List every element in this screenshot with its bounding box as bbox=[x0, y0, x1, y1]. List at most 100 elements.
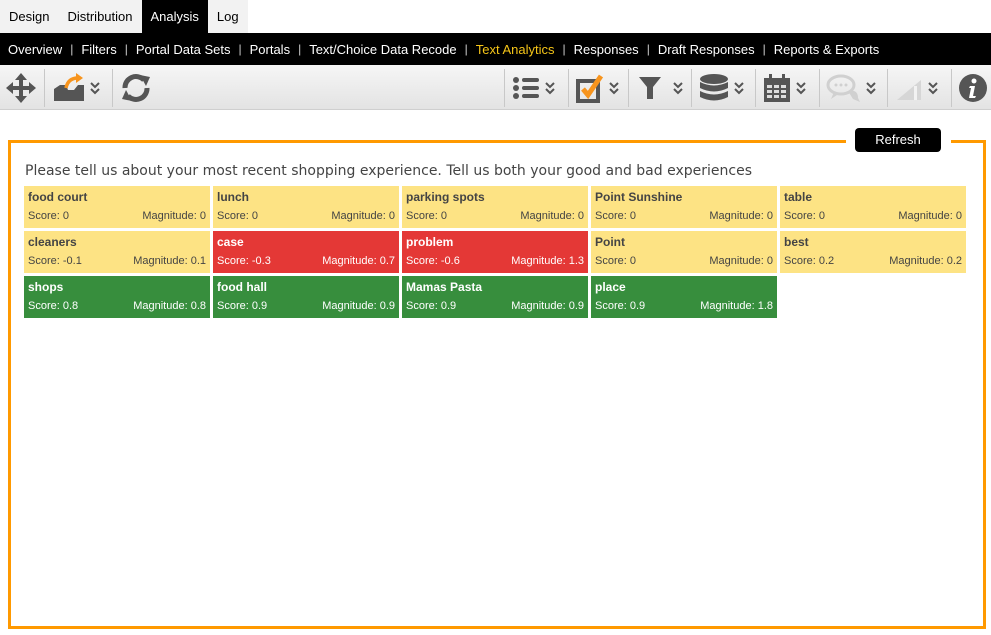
magnitude-label: Magnitude: bbox=[322, 255, 380, 267]
entity-card[interactable]: lunch Score: 0 Magnitude: 0 bbox=[213, 186, 399, 228]
entity-card[interactable]: table Score: 0 Magnitude: 0 bbox=[780, 186, 966, 228]
entity-magnitude: Magnitude: 0.7 bbox=[322, 255, 395, 267]
comment-icon bbox=[826, 74, 860, 102]
database-button[interactable] bbox=[698, 69, 745, 107]
entity-magnitude: Magnitude: 0.2 bbox=[889, 255, 962, 267]
score-value: 0.2 bbox=[818, 255, 835, 267]
magnitude-label: Magnitude: bbox=[133, 255, 191, 267]
nav-reports-exports[interactable]: Reports & Exports bbox=[774, 42, 880, 57]
tab-distribution[interactable]: Distribution bbox=[58, 0, 142, 33]
entity-card[interactable]: problem Score: -0.6 Magnitude: 1.3 bbox=[402, 231, 588, 273]
checkbox-button[interactable] bbox=[575, 69, 620, 107]
magnitude-label: Magnitude: bbox=[331, 210, 389, 222]
export-button[interactable] bbox=[52, 69, 101, 107]
toolbar-divider bbox=[819, 69, 820, 107]
chevron-down-icon bbox=[673, 82, 683, 95]
nav-separator: | bbox=[562, 42, 566, 56]
magnitude-value: 0 bbox=[955, 210, 962, 222]
entity-card[interactable]: Mamas Pasta Score: 0.9 Magnitude: 0.9 bbox=[402, 276, 588, 318]
magnitude-value: 0 bbox=[766, 255, 773, 267]
refresh-button[interactable]: Refresh bbox=[855, 128, 941, 152]
signal-button[interactable] bbox=[894, 69, 939, 107]
entity-score: Score: -0.1 bbox=[28, 255, 82, 267]
score-value: -0.1 bbox=[62, 255, 82, 267]
entity-magnitude: Magnitude: 0.1 bbox=[133, 255, 206, 267]
entity-card[interactable]: food hall Score: 0.9 Magnitude: 0.9 bbox=[213, 276, 399, 318]
entity-score: Score: 0.8 bbox=[28, 300, 78, 312]
move-button[interactable] bbox=[2, 69, 40, 107]
top-tabs: Design Distribution Analysis Log bbox=[0, 0, 991, 33]
chevron-down-icon bbox=[866, 82, 876, 95]
score-value: 0 bbox=[62, 210, 69, 222]
nav-separator: | bbox=[762, 42, 766, 56]
magnitude-value: 0 bbox=[388, 210, 395, 222]
entity-card[interactable]: shops Score: 0.8 Magnitude: 0.8 bbox=[24, 276, 210, 318]
magnitude-value: 0.9 bbox=[379, 300, 395, 312]
entity-magnitude: Magnitude: 1.8 bbox=[700, 300, 773, 312]
toolbar-divider bbox=[44, 69, 45, 107]
entity-score: Score: 0 bbox=[28, 210, 69, 222]
magnitude-value: 0 bbox=[577, 210, 584, 222]
magnitude-label: Magnitude: bbox=[511, 255, 569, 267]
calendar-button[interactable] bbox=[762, 69, 807, 107]
entity-card[interactable]: Point Sunshine Score: 0 Magnitude: 0 bbox=[591, 186, 777, 228]
nav-portals[interactable]: Portals bbox=[250, 42, 290, 57]
entity-card[interactable]: Point Score: 0 Magnitude: 0 bbox=[591, 231, 777, 273]
tab-design[interactable]: Design bbox=[0, 0, 59, 33]
sub-nav: Overview | Filters | Portal Data Sets | Por… bbox=[0, 33, 991, 65]
entity-card[interactable]: cleaners Score: -0.1 Magnitude: 0.1 bbox=[24, 231, 210, 273]
score-label: Score: bbox=[595, 210, 630, 222]
entity-card[interactable]: case Score: -0.3 Magnitude: 0.7 bbox=[213, 231, 399, 273]
score-value: -0.3 bbox=[251, 255, 271, 267]
toolbar bbox=[0, 65, 991, 110]
entity-name: Mamas Pasta bbox=[406, 280, 483, 294]
score-label: Score: bbox=[784, 255, 819, 267]
refresh-icon bbox=[122, 74, 150, 102]
nav-overview[interactable]: Overview bbox=[8, 42, 62, 57]
entity-magnitude: Magnitude: 1.3 bbox=[511, 255, 584, 267]
signal-icon bbox=[897, 80, 921, 100]
nav-text-analytics[interactable]: Text Analytics bbox=[476, 42, 555, 57]
entity-score: Score: 0.9 bbox=[595, 300, 645, 312]
filter-icon bbox=[639, 77, 661, 99]
entity-name: Point Sunshine bbox=[595, 190, 683, 204]
entity-score: Score: 0.2 bbox=[784, 255, 834, 267]
magnitude-value: 0.9 bbox=[568, 300, 584, 312]
entity-name: problem bbox=[406, 235, 454, 249]
toolbar-divider bbox=[951, 69, 952, 107]
score-label: Score: bbox=[406, 210, 441, 222]
entity-score: Score: -0.3 bbox=[217, 255, 271, 267]
entity-name: shops bbox=[28, 280, 64, 294]
nav-draft-responses[interactable]: Draft Responses bbox=[658, 42, 755, 57]
entity-card[interactable]: best Score: 0.2 Magnitude: 0.2 bbox=[780, 231, 966, 273]
nav-separator: | bbox=[464, 42, 468, 56]
nav-responses[interactable]: Responses bbox=[574, 42, 639, 57]
list-button[interactable] bbox=[511, 69, 556, 107]
filter-button[interactable] bbox=[636, 69, 684, 107]
nav-portal-data-sets[interactable]: Portal Data Sets bbox=[136, 42, 231, 57]
score-label: Score: bbox=[595, 255, 630, 267]
magnitude-label: Magnitude: bbox=[133, 300, 191, 312]
score-value: 0 bbox=[251, 210, 258, 222]
entity-name: best bbox=[784, 235, 809, 249]
entity-card[interactable]: parking spots Score: 0 Magnitude: 0 bbox=[402, 186, 588, 228]
entity-magnitude: Magnitude: 0 bbox=[898, 210, 962, 222]
magnitude-label: Magnitude: bbox=[889, 255, 947, 267]
entity-name: lunch bbox=[217, 190, 249, 204]
entity-card[interactable]: food court Score: 0 Magnitude: 0 bbox=[24, 186, 210, 228]
move-icon bbox=[6, 73, 36, 103]
nav-filters[interactable]: Filters bbox=[81, 42, 116, 57]
toolbar-divider bbox=[628, 69, 629, 107]
nav-text-choice-recode[interactable]: Text/Choice Data Recode bbox=[309, 42, 456, 57]
magnitude-label: Magnitude: bbox=[322, 300, 380, 312]
entity-card[interactable]: place Score: 0.9 Magnitude: 1.8 bbox=[591, 276, 777, 318]
magnitude-label: Magnitude: bbox=[700, 300, 758, 312]
info-button[interactable] bbox=[957, 69, 989, 107]
refresh-toolbar-button[interactable] bbox=[118, 69, 154, 107]
entity-name: parking spots bbox=[406, 190, 485, 204]
tab-log[interactable]: Log bbox=[207, 0, 248, 33]
magnitude-label: Magnitude: bbox=[511, 300, 569, 312]
magnitude-value: 0 bbox=[766, 210, 773, 222]
tab-analysis[interactable]: Analysis bbox=[141, 0, 208, 33]
comment-button[interactable] bbox=[826, 69, 877, 107]
